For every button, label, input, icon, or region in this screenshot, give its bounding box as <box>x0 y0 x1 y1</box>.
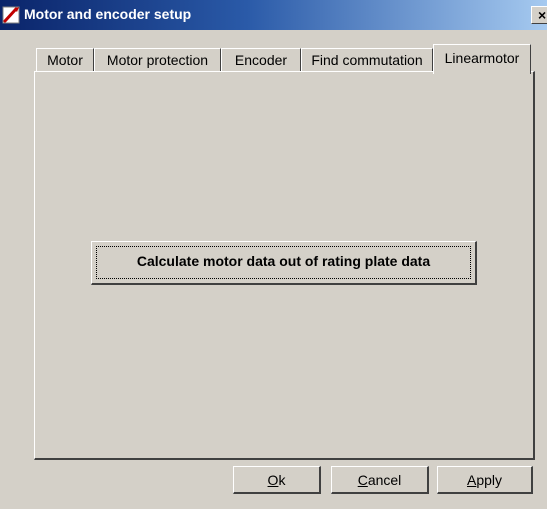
tab-find-commutation[interactable]: Find commutation <box>301 48 433 72</box>
ok-button[interactable]: Ok <box>233 466 321 494</box>
tab-motor-protection[interactable]: Motor protection <box>94 48 221 72</box>
cancel-label-rest: ancel <box>367 472 402 488</box>
dialog-window: Motor and encoder setup × Motor Motor pr… <box>0 0 547 509</box>
tab-label: Linearmotor <box>444 50 520 66</box>
apply-mnemonic: A <box>466 472 477 488</box>
tab-motor[interactable]: Motor <box>36 48 94 72</box>
tab-encoder[interactable]: Encoder <box>221 48 301 72</box>
tab-label: Motor <box>47 52 83 68</box>
cancel-button[interactable]: Cancel <box>331 466 429 494</box>
apply-label-rest: pply <box>476 472 503 488</box>
cancel-mnemonic: C <box>357 472 368 488</box>
apply-button[interactable]: Apply <box>437 466 533 494</box>
tab-label: Find commutation <box>311 52 423 68</box>
tab-strip: Motor Motor protection Encoder Find comm… <box>0 0 547 80</box>
tab-label: Encoder <box>234 52 288 68</box>
ok-label-rest: k <box>278 472 286 488</box>
calculate-motor-data-button[interactable]: Calculate motor data out of rating plate… <box>91 241 477 285</box>
ok-mnemonic: O <box>267 472 279 488</box>
tab-linearmotor[interactable]: Linearmotor <box>433 44 531 74</box>
tab-label: Motor protection <box>106 52 209 68</box>
calculate-button-label: Calculate motor data out of rating plate… <box>136 253 431 269</box>
